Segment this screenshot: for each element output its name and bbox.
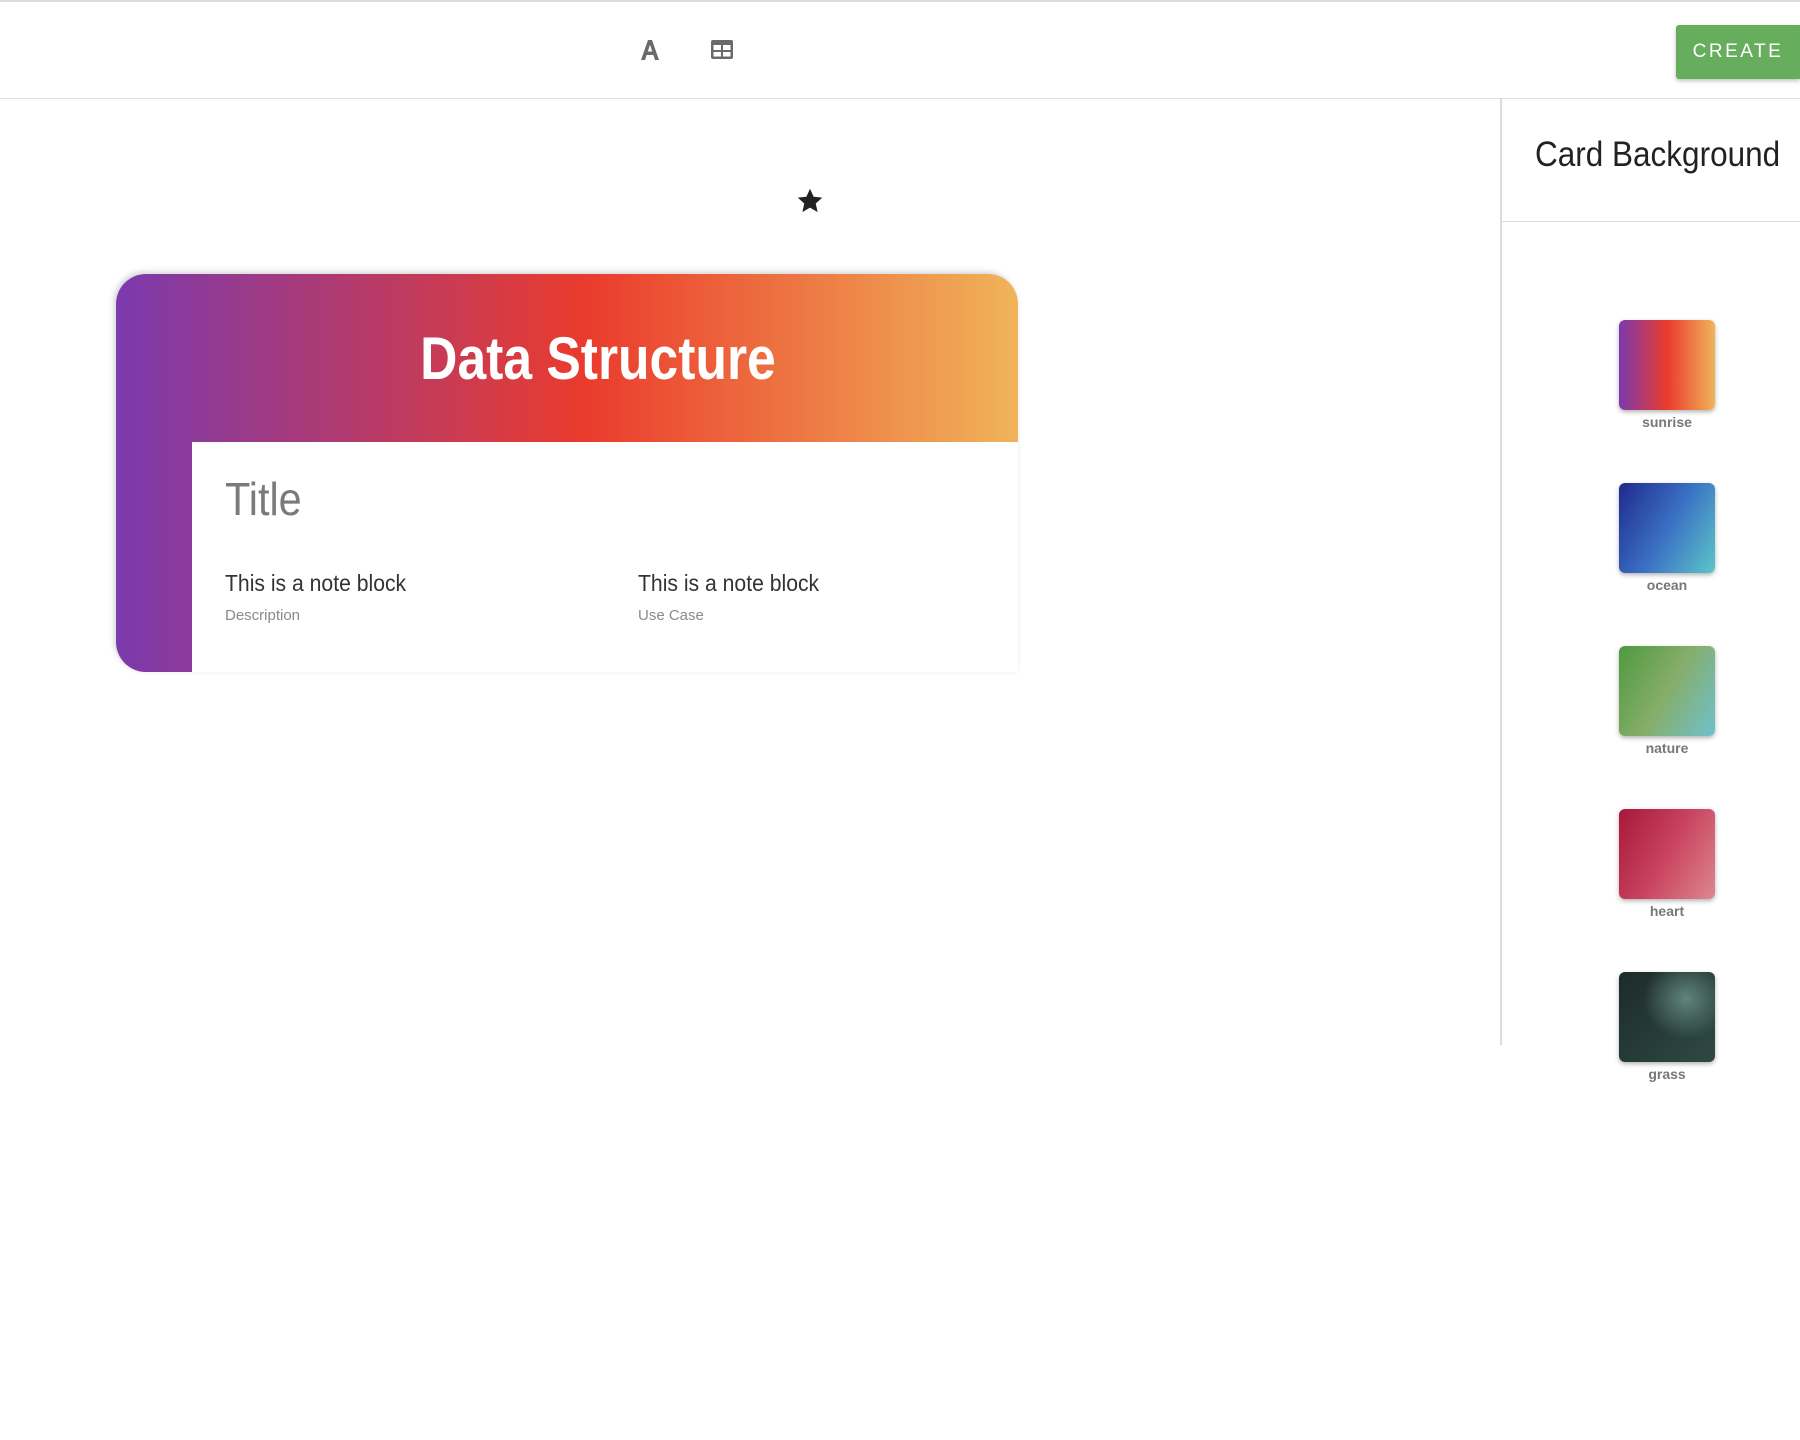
swatch-grass[interactable]: grass xyxy=(1618,972,1716,1082)
swatch-sunrise[interactable]: sunrise xyxy=(1618,320,1716,430)
card-title[interactable]: Title xyxy=(225,472,302,526)
swatch-nature[interactable]: nature xyxy=(1618,646,1716,756)
note-label: Description xyxy=(225,607,301,624)
panel-header: Card Background xyxy=(1502,99,1800,222)
card-background-panel: Card Background sunrise ocean nature hea… xyxy=(1500,99,1800,1082)
swatch-label: ocean xyxy=(1646,577,1688,593)
table-grid-icon xyxy=(709,37,735,68)
note-text[interactable]: This is a note block xyxy=(225,570,406,597)
swatch-preview[interactable] xyxy=(1619,483,1715,573)
font-tool-button[interactable] xyxy=(632,34,668,70)
swatch-label: sunrise xyxy=(1642,414,1692,430)
swatch-label: nature xyxy=(1645,740,1689,756)
note-block-use-case[interactable]: This is a note block Use Case xyxy=(638,570,835,624)
swatch-label: heart xyxy=(1649,903,1685,919)
swatch-ocean[interactable]: ocean xyxy=(1618,483,1716,593)
swatch-preview[interactable] xyxy=(1619,972,1715,1062)
table-tool-button[interactable] xyxy=(704,34,740,70)
swatch-preview[interactable] xyxy=(1619,320,1715,410)
top-toolbar: CREATE xyxy=(0,0,1800,99)
note-block-description[interactable]: This is a note block Description xyxy=(225,570,422,624)
card-heading[interactable]: Data Structure xyxy=(179,274,955,442)
note-text[interactable]: This is a note block xyxy=(638,570,819,597)
create-button[interactable]: CREATE xyxy=(1676,25,1800,79)
star-icon xyxy=(795,186,825,221)
favorite-star-button[interactable] xyxy=(793,186,827,220)
note-label: Use Case xyxy=(638,607,704,624)
panel-title: Card Background xyxy=(1535,135,1781,174)
swatch-preview[interactable] xyxy=(1619,646,1715,736)
swatch-heart[interactable]: heart xyxy=(1618,809,1716,919)
swatch-label: grass xyxy=(1648,1066,1686,1082)
swatch-preview[interactable] xyxy=(1619,809,1715,899)
card-body: Title This is a note block Description T… xyxy=(192,442,1018,672)
font-letter-icon xyxy=(637,37,663,68)
card-preview: Data Structure Title This is a note bloc… xyxy=(116,274,1018,672)
